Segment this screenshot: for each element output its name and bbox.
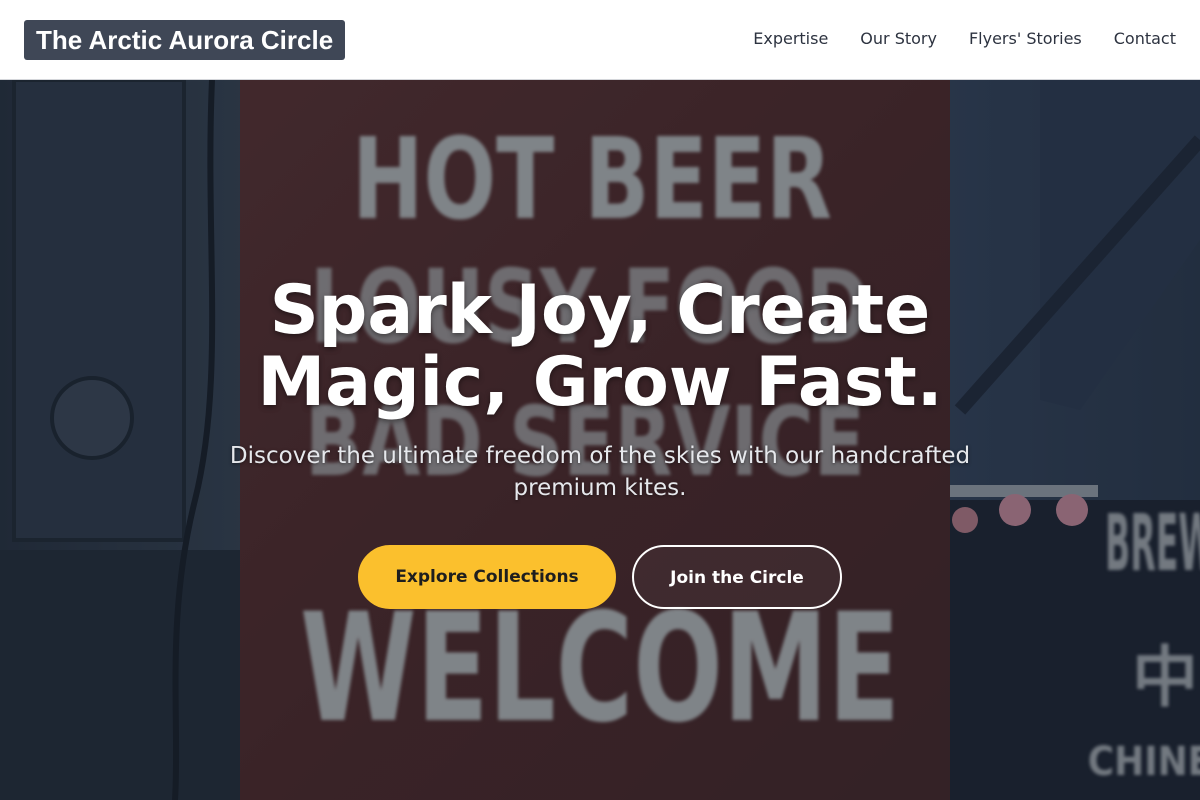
main-nav: Expertise Our Story Flyers' Stories Cont… (753, 28, 1176, 50)
hero-headline: Spark Joy, Create Magic, Grow Fast. (257, 271, 943, 422)
hero-section: HOT BEER LOUSY FOOD BAD SERVICE WELCOME … (0, 80, 1200, 800)
site-header: The Arctic Aurora Circle Expertise Our S… (0, 0, 1200, 80)
nav-link-flyers-stories[interactable]: Flyers' Stories (969, 28, 1082, 50)
hero-content: Spark Joy, Create Magic, Grow Fast. Disc… (0, 80, 1200, 800)
explore-collections-button[interactable]: Explore Collections (358, 545, 616, 609)
nav-link-our-story[interactable]: Our Story (860, 28, 937, 50)
join-the-circle-button[interactable]: Join the Circle (632, 545, 842, 609)
nav-link-contact[interactable]: Contact (1114, 28, 1176, 50)
brand-logo[interactable]: The Arctic Aurora Circle (24, 20, 346, 60)
hero-subheadline: Discover the ultimate freedom of the ski… (229, 443, 971, 501)
nav-link-expertise[interactable]: Expertise (753, 28, 828, 50)
